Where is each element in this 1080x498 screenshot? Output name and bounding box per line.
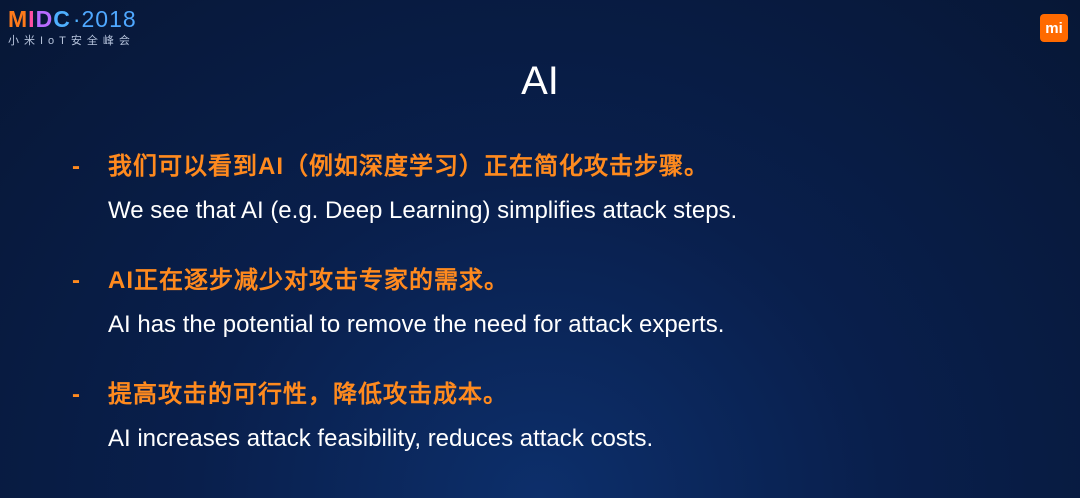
presentation-slide: MIDC·2018 小米IoT安全峰会 mi AI - 我们可以看到AI（例如深… bbox=[0, 0, 1080, 498]
logo-year: 2018 bbox=[81, 6, 137, 32]
mi-logo-label: mi bbox=[1045, 19, 1063, 37]
bullet-item: - 我们可以看到AI（例如深度学习）正在简化攻击步骤。 We see that … bbox=[72, 148, 1052, 230]
bullet-item: - AI正在逐步减少对攻击专家的需求。 AI has the potential… bbox=[72, 262, 1052, 344]
midc-logo: MIDC·2018 小米IoT安全峰会 bbox=[8, 6, 168, 56]
bullet-marker: - bbox=[72, 153, 80, 180]
logo-subtitle: 小米IoT安全峰会 bbox=[8, 35, 135, 47]
logo-letter-i: I bbox=[28, 6, 36, 32]
bullet-text-zh: 提高攻击的可行性，降低攻击成本。 bbox=[108, 381, 508, 408]
bullet-marker: - bbox=[72, 381, 80, 408]
bullet-item: - 提高攻击的可行性，降低攻击成本。 AI increases attack f… bbox=[72, 376, 1052, 458]
bullet-zh-line: - 提高攻击的可行性，降低攻击成本。 bbox=[72, 376, 1052, 414]
bullet-zh-line: - AI正在逐步减少对攻击专家的需求。 bbox=[72, 262, 1052, 300]
logo-letter-m: M bbox=[8, 6, 29, 32]
logo-letter-c: C bbox=[53, 6, 71, 32]
bullet-text-en: We see that AI (e.g. Deep Learning) simp… bbox=[108, 197, 738, 224]
bullet-list: - 我们可以看到AI（例如深度学习）正在简化攻击步骤。 We see that … bbox=[72, 148, 1052, 490]
slide-title: AI bbox=[521, 59, 559, 103]
bullet-text-en: AI increases attack feasibility, reduces… bbox=[108, 425, 654, 452]
bullet-text-en: AI has the potential to remove the need … bbox=[108, 311, 725, 338]
logo-letter-d: D bbox=[35, 6, 54, 32]
logo-wordmark: MIDC·2018 bbox=[8, 6, 168, 32]
bullet-zh-line: - 我们可以看到AI（例如深度学习）正在简化攻击步骤。 bbox=[72, 148, 1052, 186]
mi-logo-icon: mi bbox=[1040, 14, 1068, 42]
bullet-text-zh: 我们可以看到AI（例如深度学习）正在简化攻击步骤。 bbox=[108, 153, 709, 180]
bullet-marker: - bbox=[72, 267, 80, 294]
bullet-text-zh: AI正在逐步减少对攻击专家的需求。 bbox=[108, 267, 509, 294]
